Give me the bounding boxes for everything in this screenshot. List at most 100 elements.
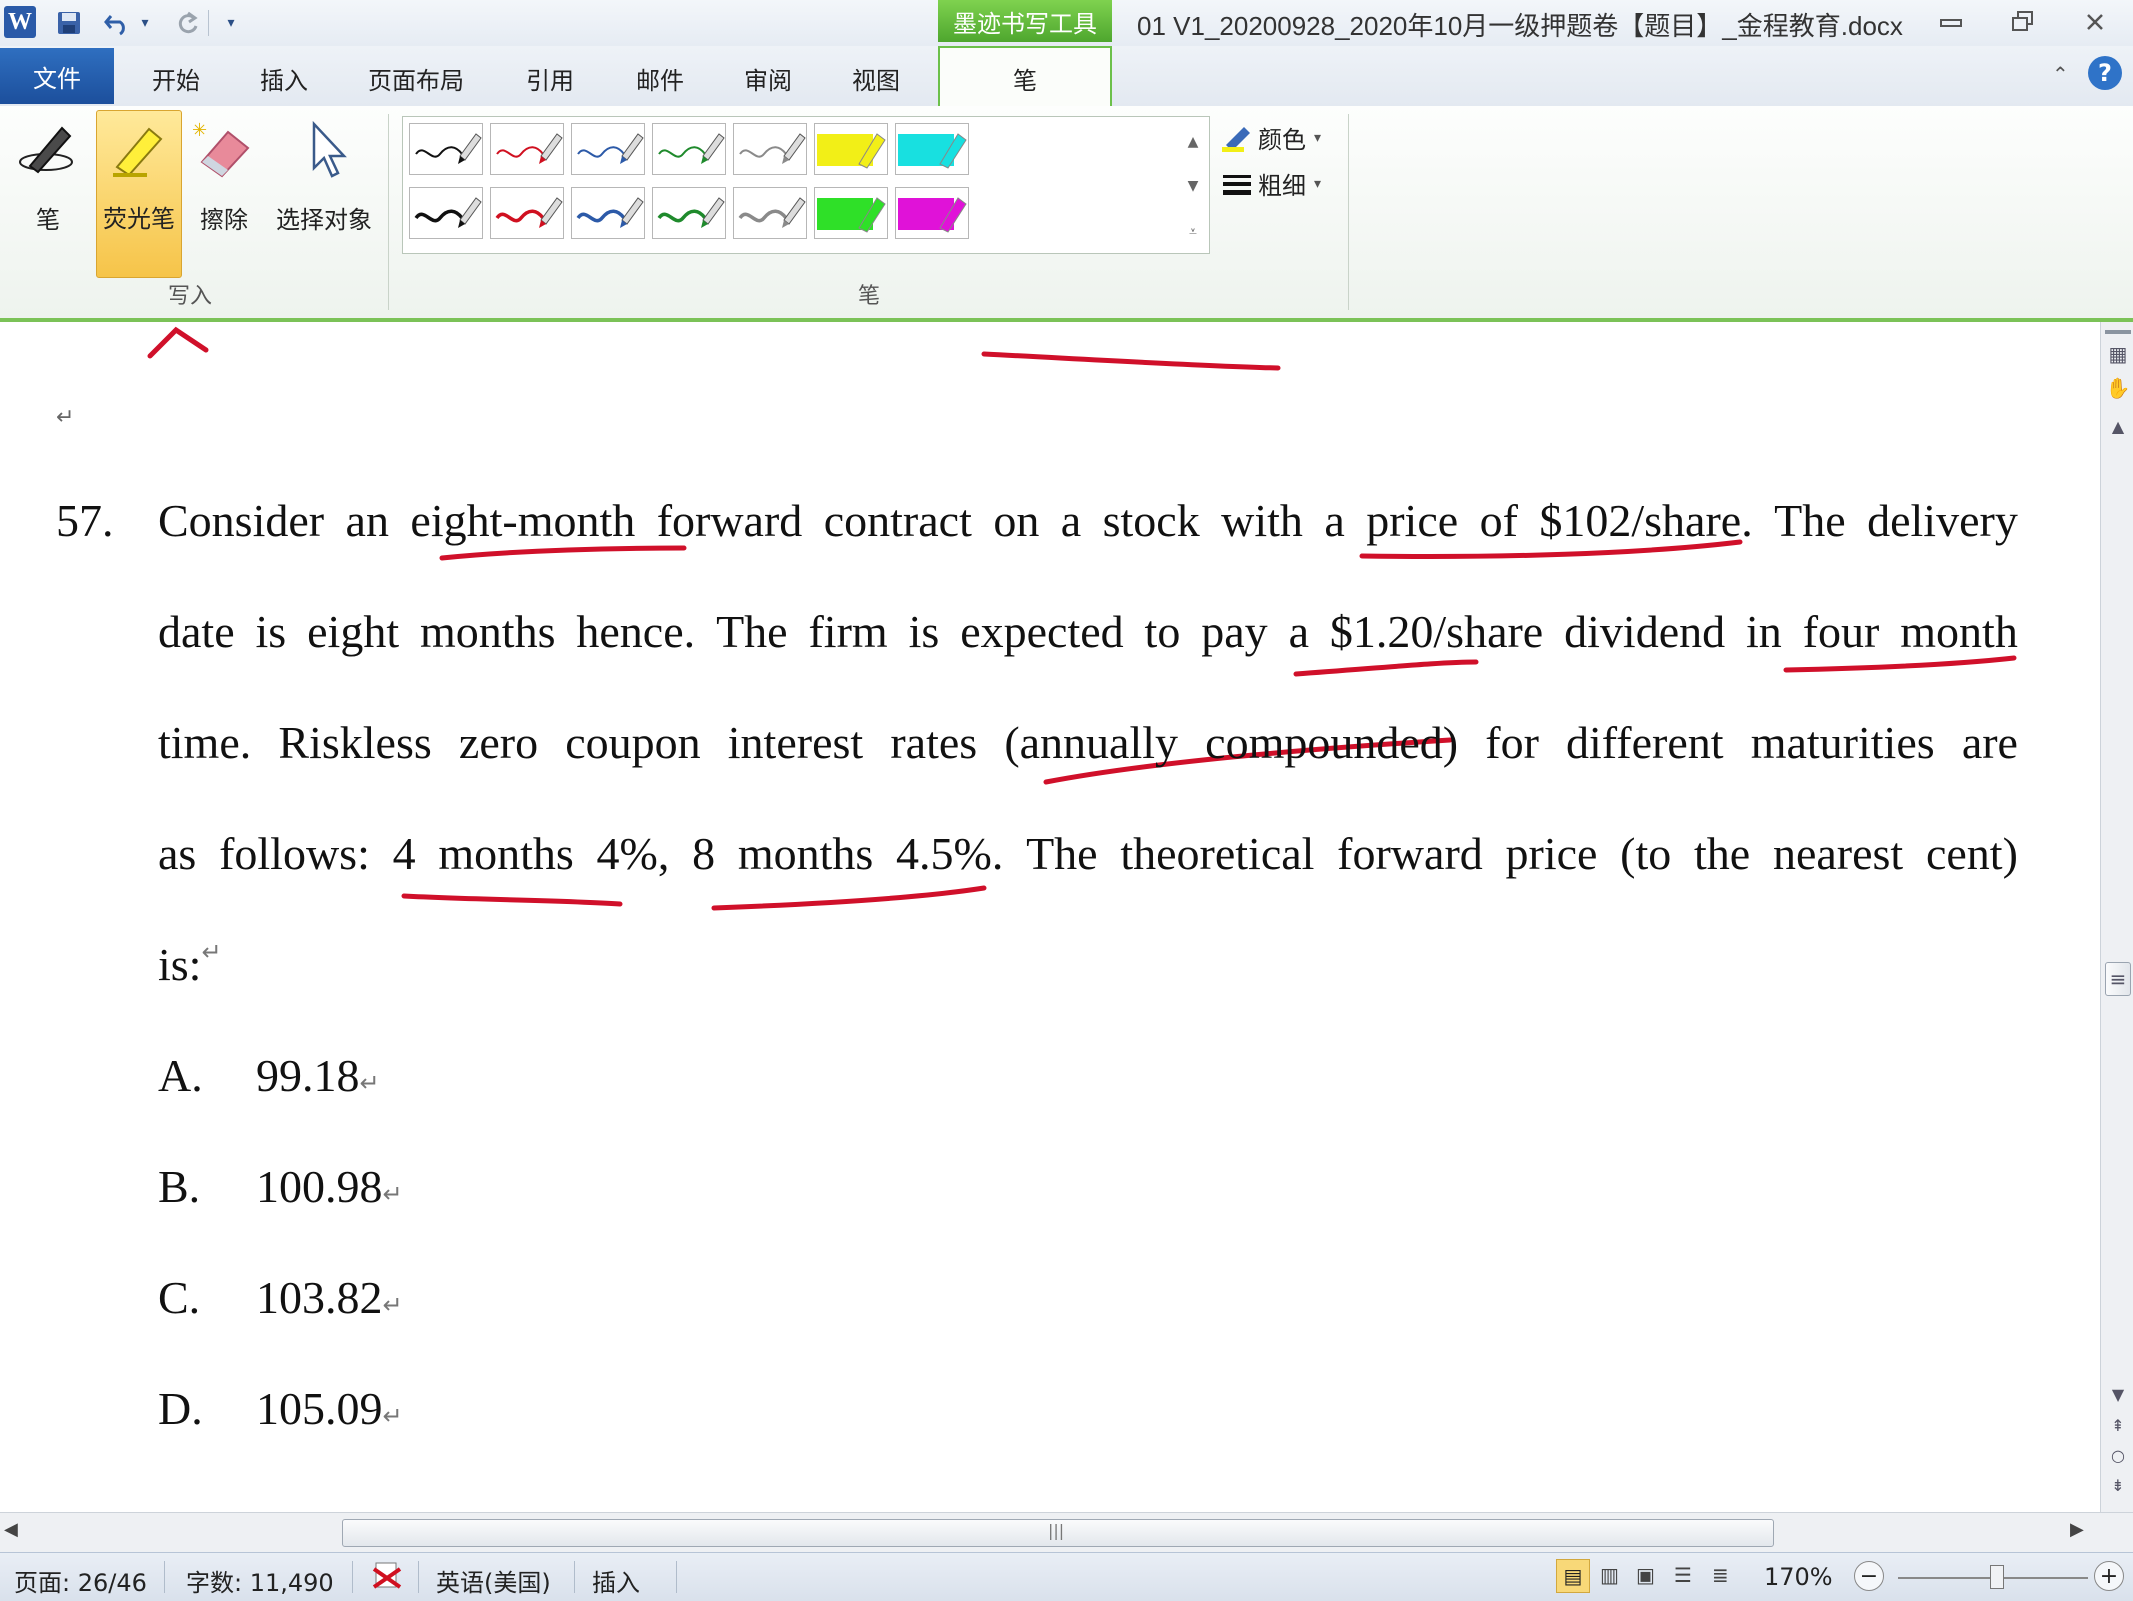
pen-weight-button[interactable]: 粗细 ▾ bbox=[1220, 166, 1321, 201]
ribbon-minimize-icon[interactable]: ⌃ bbox=[2052, 62, 2069, 86]
eraser-button[interactable]: ✳ 擦除 bbox=[188, 112, 260, 272]
pen-swatch[interactable] bbox=[733, 123, 807, 175]
question-word: 4.5%. bbox=[896, 828, 1004, 879]
gallery-more-icon[interactable]: ⩡ bbox=[1180, 210, 1206, 254]
question-word: $1.20/share bbox=[1329, 606, 1544, 657]
gallery-scroll-down-icon[interactable]: ▼ bbox=[1180, 164, 1206, 208]
web-layout-view-icon[interactable]: ▣ bbox=[1636, 1563, 1655, 1587]
undo-icon bbox=[104, 15, 125, 36]
line-weight-icon bbox=[1223, 174, 1251, 195]
scroll-up-icon[interactable]: ▲ bbox=[2105, 414, 2131, 438]
undo-button[interactable] bbox=[100, 6, 134, 40]
pen-swatch[interactable] bbox=[733, 187, 807, 239]
select-objects-button[interactable]: 选择对象 bbox=[270, 112, 378, 272]
question-line: as follows: 4 months 4%, 8 months 4.5%. The theor… bbox=[158, 827, 2018, 880]
ink-underline bbox=[439, 545, 687, 561]
question-word: price bbox=[1366, 495, 1459, 546]
undo-dropdown-icon[interactable]: ▾ bbox=[136, 6, 154, 40]
grip-icon: ||| bbox=[1048, 1521, 1065, 1540]
pen-color-button[interactable]: 颜色 ▾ bbox=[1220, 120, 1321, 155]
pen-swatch[interactable] bbox=[895, 123, 969, 175]
tab-review[interactable]: 审阅 bbox=[728, 56, 808, 100]
option-value: 103.82↵ bbox=[256, 1272, 403, 1323]
tab-references[interactable]: 引用 bbox=[510, 56, 590, 100]
zoom-out-button[interactable]: − bbox=[1854, 1561, 1884, 1591]
question-word: zero bbox=[458, 717, 539, 768]
pen-swatch[interactable] bbox=[814, 187, 888, 239]
insert-mode-indicator[interactable]: 插入 bbox=[592, 1563, 640, 1598]
divider bbox=[208, 10, 209, 36]
pen-swatch[interactable] bbox=[409, 123, 483, 175]
full-screen-reading-view-icon[interactable]: ▥ bbox=[1600, 1563, 1619, 1587]
tab-view[interactable]: 视图 bbox=[836, 56, 916, 100]
redo-button[interactable] bbox=[170, 6, 204, 40]
pen-swatch[interactable] bbox=[652, 187, 726, 239]
pen-swatch[interactable] bbox=[814, 123, 888, 175]
tab-mailings[interactable]: 邮件 bbox=[620, 56, 700, 100]
tab-insert[interactable]: 插入 bbox=[244, 56, 324, 100]
save-button[interactable] bbox=[52, 6, 86, 40]
ribbon-pen-panel: 笔 荧光笔 ✳ 擦除 选择对象 写入 ▲ ▼ ⩡ 颜色 ▾ 粗细 ▾ 笔 bbox=[0, 106, 2133, 322]
minimize-button[interactable] bbox=[1926, 4, 1976, 40]
question-word: month bbox=[1900, 606, 2018, 657]
pen-swatch[interactable] bbox=[571, 187, 645, 239]
scroll-left-icon[interactable]: ◀ bbox=[4, 1519, 18, 1540]
next-page-icon[interactable]: ⇟ bbox=[2105, 1472, 2131, 1498]
tab-file[interactable]: 文件 bbox=[0, 48, 114, 104]
zoom-slider-thumb[interactable] bbox=[1990, 1565, 2004, 1589]
question-word: nearest bbox=[1772, 828, 1904, 879]
scroll-thumb[interactable]: ≡ bbox=[2105, 962, 2131, 996]
ink-underline bbox=[981, 351, 1281, 371]
outline-view-icon[interactable]: ☰ bbox=[1674, 1563, 1692, 1587]
tab-page-layout[interactable]: 页面布局 bbox=[356, 56, 476, 100]
highlighter-button[interactable]: 荧光笔 bbox=[96, 110, 182, 278]
zoom-level[interactable]: 170% bbox=[1764, 1563, 1833, 1591]
question-word: forward bbox=[656, 495, 803, 546]
pen-swatch[interactable] bbox=[895, 187, 969, 239]
question-word: Riskless bbox=[278, 717, 432, 768]
hand-icon[interactable]: ✋ bbox=[2105, 374, 2131, 402]
pen-swatch[interactable] bbox=[490, 187, 564, 239]
highlighter-icon bbox=[113, 127, 163, 177]
question-word: months bbox=[420, 606, 556, 657]
question-word: coupon bbox=[565, 717, 701, 768]
question-word: interest bbox=[727, 717, 864, 768]
language-indicator[interactable]: 英语(美国) bbox=[436, 1563, 551, 1598]
pen-swatch[interactable] bbox=[571, 123, 645, 175]
draft-view-icon[interactable]: ≣ bbox=[1712, 1563, 1729, 1587]
page-indicator[interactable]: 页面: 26/46 bbox=[14, 1563, 147, 1598]
question-word: on bbox=[993, 495, 1040, 546]
pen-swatch[interactable] bbox=[490, 123, 564, 175]
tab-pen[interactable]: 笔 bbox=[938, 46, 1112, 108]
tab-home[interactable]: 开始 bbox=[136, 56, 216, 100]
question-word: hence. bbox=[576, 606, 696, 657]
pen-button[interactable]: 笔 bbox=[12, 112, 84, 272]
scroll-right-icon[interactable]: ▶ bbox=[2070, 1519, 2084, 1540]
zoom-in-button[interactable]: + bbox=[2094, 1561, 2124, 1591]
divider bbox=[574, 1561, 575, 1593]
ribbon-tab-bar: 文件 开始 插入 页面布局 引用 邮件 审阅 视图 笔 ⌃ ? bbox=[0, 46, 2133, 108]
word-count[interactable]: 字数: 11,490 bbox=[186, 1563, 334, 1598]
scroll-down-icon[interactable]: ▼ bbox=[2105, 1382, 2131, 1406]
horizontal-scrollbar[interactable]: ◀ ||| ▶ bbox=[0, 1512, 2133, 1553]
vertical-scrollbar[interactable]: ▦ ✋ ▲ ≡ ▼ ⇞ ○ ⇟ bbox=[2100, 322, 2133, 1512]
proofing-status-icon[interactable] bbox=[370, 1559, 406, 1599]
split-handle[interactable] bbox=[2105, 330, 2131, 334]
previous-page-icon[interactable]: ⇞ bbox=[2105, 1412, 2131, 1438]
customize-quick-access-button[interactable]: ▾ bbox=[218, 6, 244, 40]
close-button[interactable] bbox=[2070, 4, 2120, 40]
question-word: 8 bbox=[692, 828, 716, 879]
ruler-toggle-icon[interactable]: ▦ bbox=[2105, 340, 2131, 368]
question-line: time. Riskless zero coupon interest rates (ann… bbox=[158, 716, 2018, 769]
word-app-icon[interactable]: W bbox=[4, 6, 36, 38]
pen-swatch[interactable] bbox=[409, 187, 483, 239]
help-icon[interactable]: ? bbox=[2088, 56, 2122, 90]
question-word: for bbox=[1485, 717, 1539, 768]
print-layout-view-icon[interactable]: ▤ bbox=[1556, 1559, 1590, 1593]
restore-button[interactable] bbox=[1998, 4, 2048, 40]
pen-swatch[interactable] bbox=[652, 123, 726, 175]
browse-object-icon[interactable]: ○ bbox=[2105, 1442, 2131, 1468]
gallery-scroll-up-icon[interactable]: ▲ bbox=[1180, 120, 1206, 164]
document-page[interactable]: ↵ 57. Consider an eight-month forward contra… bbox=[0, 322, 2100, 1512]
question-word: stock bbox=[1102, 495, 1200, 546]
